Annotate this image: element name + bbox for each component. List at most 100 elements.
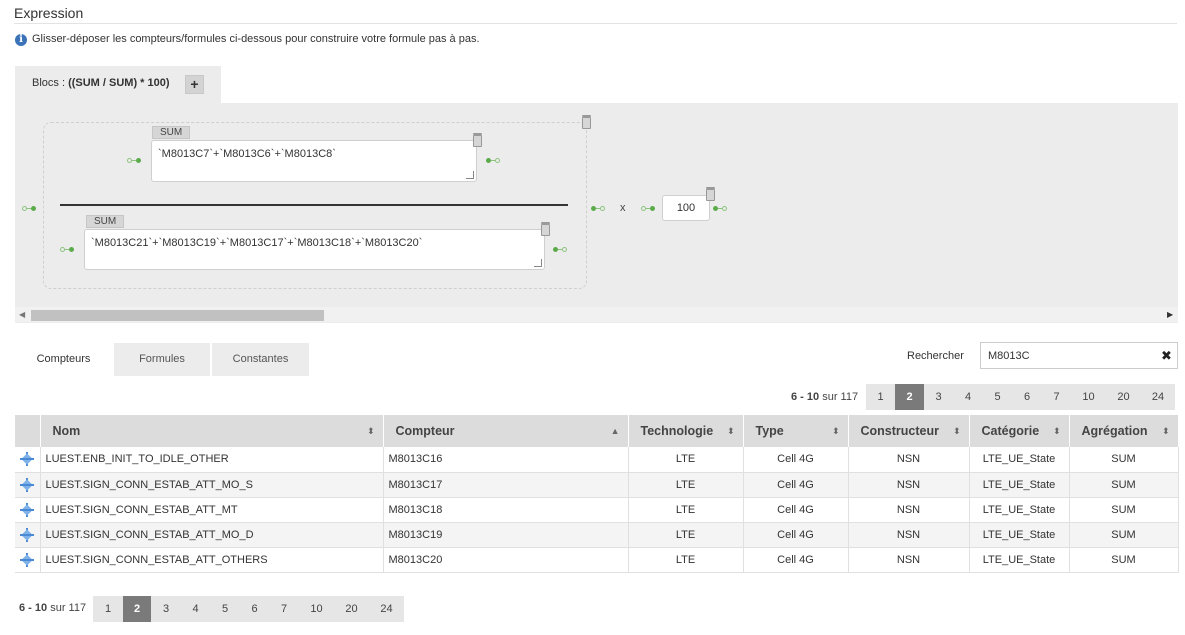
connector-right-icon[interactable]	[553, 245, 567, 255]
connector-right-icon[interactable]	[591, 204, 605, 214]
page-button-24[interactable]: 24	[1141, 384, 1175, 410]
resize-handle-icon[interactable]	[534, 259, 542, 267]
page-button-3[interactable]: 3	[151, 596, 181, 622]
blocs-label: Blocs : ((SUM / SUM) * 100)	[32, 77, 170, 89]
page-button-4[interactable]: 4	[181, 596, 210, 622]
cell-technologie: LTE	[628, 447, 744, 473]
drag-cell[interactable]	[15, 547, 41, 573]
page-button-2[interactable]: 2	[895, 384, 924, 410]
table-row[interactable]: LUEST.SIGN_CONN_ESTAB_ATT_MT M8013C18 LTE C…	[15, 497, 1179, 523]
page-button-1[interactable]: 1	[93, 596, 123, 622]
column-header-type[interactable]: Type ⬍	[743, 415, 849, 447]
resize-handle-icon[interactable]	[466, 171, 474, 179]
cell-compteur: M8013C16	[383, 447, 629, 473]
page-button-10[interactable]: 10	[299, 596, 334, 622]
column-header-nom[interactable]: Nom ⬍	[40, 415, 384, 447]
pagination-info: 6 - 10 sur 117	[791, 391, 859, 403]
numerator-sum-tag: SUM	[152, 126, 191, 139]
page-button-1[interactable]: 1	[866, 384, 895, 410]
cell-nom: LUEST.SIGN_CONN_ESTAB_ATT_MT	[40, 497, 384, 523]
add-bloc-button[interactable]: +	[185, 75, 204, 94]
table-header-row: Nom ⬍ Compteur ▲ Technologie ⬍ Type ⬍ Constr…	[15, 415, 1179, 447]
page-button-3[interactable]: 3	[924, 384, 953, 410]
page-button-6[interactable]: 6	[1012, 384, 1042, 410]
sort-icon: ⬍	[1052, 426, 1061, 436]
cell-nom: LUEST.ENB_INIT_TO_IDLE_OTHER	[40, 447, 384, 473]
connector-left-icon[interactable]	[641, 204, 655, 214]
drag-move-icon[interactable]	[20, 477, 35, 492]
column-header-compteur[interactable]: Compteur ▲	[383, 415, 629, 447]
page-button-7[interactable]: 7	[269, 596, 299, 622]
tab-formules[interactable]: Formules	[114, 343, 210, 376]
drag-cell[interactable]	[15, 497, 41, 523]
page-button-2[interactable]: 2	[123, 596, 151, 622]
sort-icon: ⬍	[952, 426, 961, 436]
search-input[interactable]	[980, 342, 1178, 369]
page-button-5[interactable]: 5	[983, 384, 1012, 410]
scrollbar-thumb[interactable]	[31, 310, 324, 321]
connector-left-icon[interactable]	[127, 156, 141, 166]
tab-compteurs[interactable]: Compteurs	[15, 343, 112, 376]
denominator-formula-field[interactable]: `M8013C21`+`M8013C19`+`M8013C17`+`M8013C…	[84, 229, 545, 270]
page-button-24[interactable]: 24	[369, 596, 404, 622]
table-row[interactable]: LUEST.SIGN_CONN_ESTAB_ATT_MO_D M8013C19 LT…	[15, 522, 1179, 548]
multiply-operator[interactable]: x	[620, 202, 626, 214]
denominator-sum-tag: SUM	[86, 215, 125, 228]
constant-field[interactable]: 100	[662, 195, 710, 221]
scroll-left-icon[interactable]: ◀	[19, 310, 25, 319]
page-button-7[interactable]: 7	[1042, 384, 1071, 410]
drag-cell[interactable]	[15, 522, 41, 548]
cell-constructeur: NSN	[848, 497, 970, 523]
trash-icon[interactable]	[706, 187, 715, 201]
page-button-10[interactable]: 10	[1071, 384, 1106, 410]
table-row[interactable]: LUEST.SIGN_CONN_ESTAB_ATT_OTHERS M8013C20…	[15, 547, 1179, 573]
sort-icon: ⬍	[831, 426, 840, 436]
connector-left-icon[interactable]	[22, 204, 36, 214]
page-button-20[interactable]: 20	[1106, 384, 1141, 410]
connector-right-icon[interactable]	[486, 156, 500, 166]
tab-constantes[interactable]: Constantes	[212, 343, 309, 376]
page-button-20[interactable]: 20	[334, 596, 369, 622]
info-icon: i	[15, 34, 27, 46]
cell-agregation: SUM	[1069, 472, 1179, 498]
clear-search-icon[interactable]: ✖	[1161, 348, 1172, 364]
drag-cell[interactable]	[15, 447, 41, 473]
fraction-line	[60, 204, 568, 206]
cell-compteur: M8013C20	[383, 547, 629, 573]
page-button-6[interactable]: 6	[240, 596, 269, 622]
numerator-formula-field[interactable]: `M8013C7`+`M8013C6`+`M8013C8`	[151, 140, 477, 182]
trash-icon[interactable]	[541, 222, 550, 236]
trash-icon[interactable]	[473, 133, 482, 147]
column-header-categorie[interactable]: Catégorie ⬍	[969, 415, 1070, 447]
pagination-bottom: 1 2 3 4 5 6 7 10 20 24	[93, 596, 404, 622]
table-row[interactable]: LUEST.SIGN_CONN_ESTAB_ATT_MO_S M8013C17 LT…	[15, 472, 1179, 498]
connector-right-icon[interactable]	[713, 204, 727, 214]
cell-categorie: LTE_UE_State	[969, 547, 1070, 573]
column-header-agregation[interactable]: Agrégation ⬍	[1069, 415, 1179, 447]
connector-left-icon[interactable]	[60, 245, 74, 255]
page-button-4[interactable]: 4	[953, 384, 983, 410]
pagination-top: 1 2 3 4 5 6 7 10 20 24	[866, 384, 1175, 410]
cell-type: Cell 4G	[743, 497, 849, 523]
drag-move-icon[interactable]	[20, 552, 35, 567]
column-header-technologie[interactable]: Technologie ⬍	[628, 415, 744, 447]
table-row[interactable]: LUEST.ENB_INIT_TO_IDLE_OTHER M8013C16 LTE C…	[15, 447, 1179, 473]
section-title: Expression	[14, 5, 84, 21]
drag-move-icon[interactable]	[20, 452, 35, 467]
cell-type: Cell 4G	[743, 447, 849, 473]
column-header-constructeur[interactable]: Constructeur ⬍	[848, 415, 970, 447]
drag-move-icon[interactable]	[20, 527, 35, 542]
drag-move-icon[interactable]	[20, 502, 35, 517]
cell-categorie: LTE_UE_State	[969, 447, 1070, 473]
sort-icon: ⬍	[1161, 426, 1170, 436]
cell-constructeur: NSN	[848, 522, 970, 548]
drag-cell[interactable]	[15, 472, 41, 498]
page-button-5[interactable]: 5	[210, 596, 240, 622]
cell-type: Cell 4G	[743, 547, 849, 573]
trash-icon[interactable]	[582, 115, 591, 129]
cell-compteur: M8013C18	[383, 497, 629, 523]
cell-constructeur: NSN	[848, 447, 970, 473]
scroll-right-icon[interactable]: ▶	[1167, 310, 1173, 319]
cell-agregation: SUM	[1069, 547, 1179, 573]
cell-nom: LUEST.SIGN_CONN_ESTAB_ATT_OTHERS	[40, 547, 384, 573]
